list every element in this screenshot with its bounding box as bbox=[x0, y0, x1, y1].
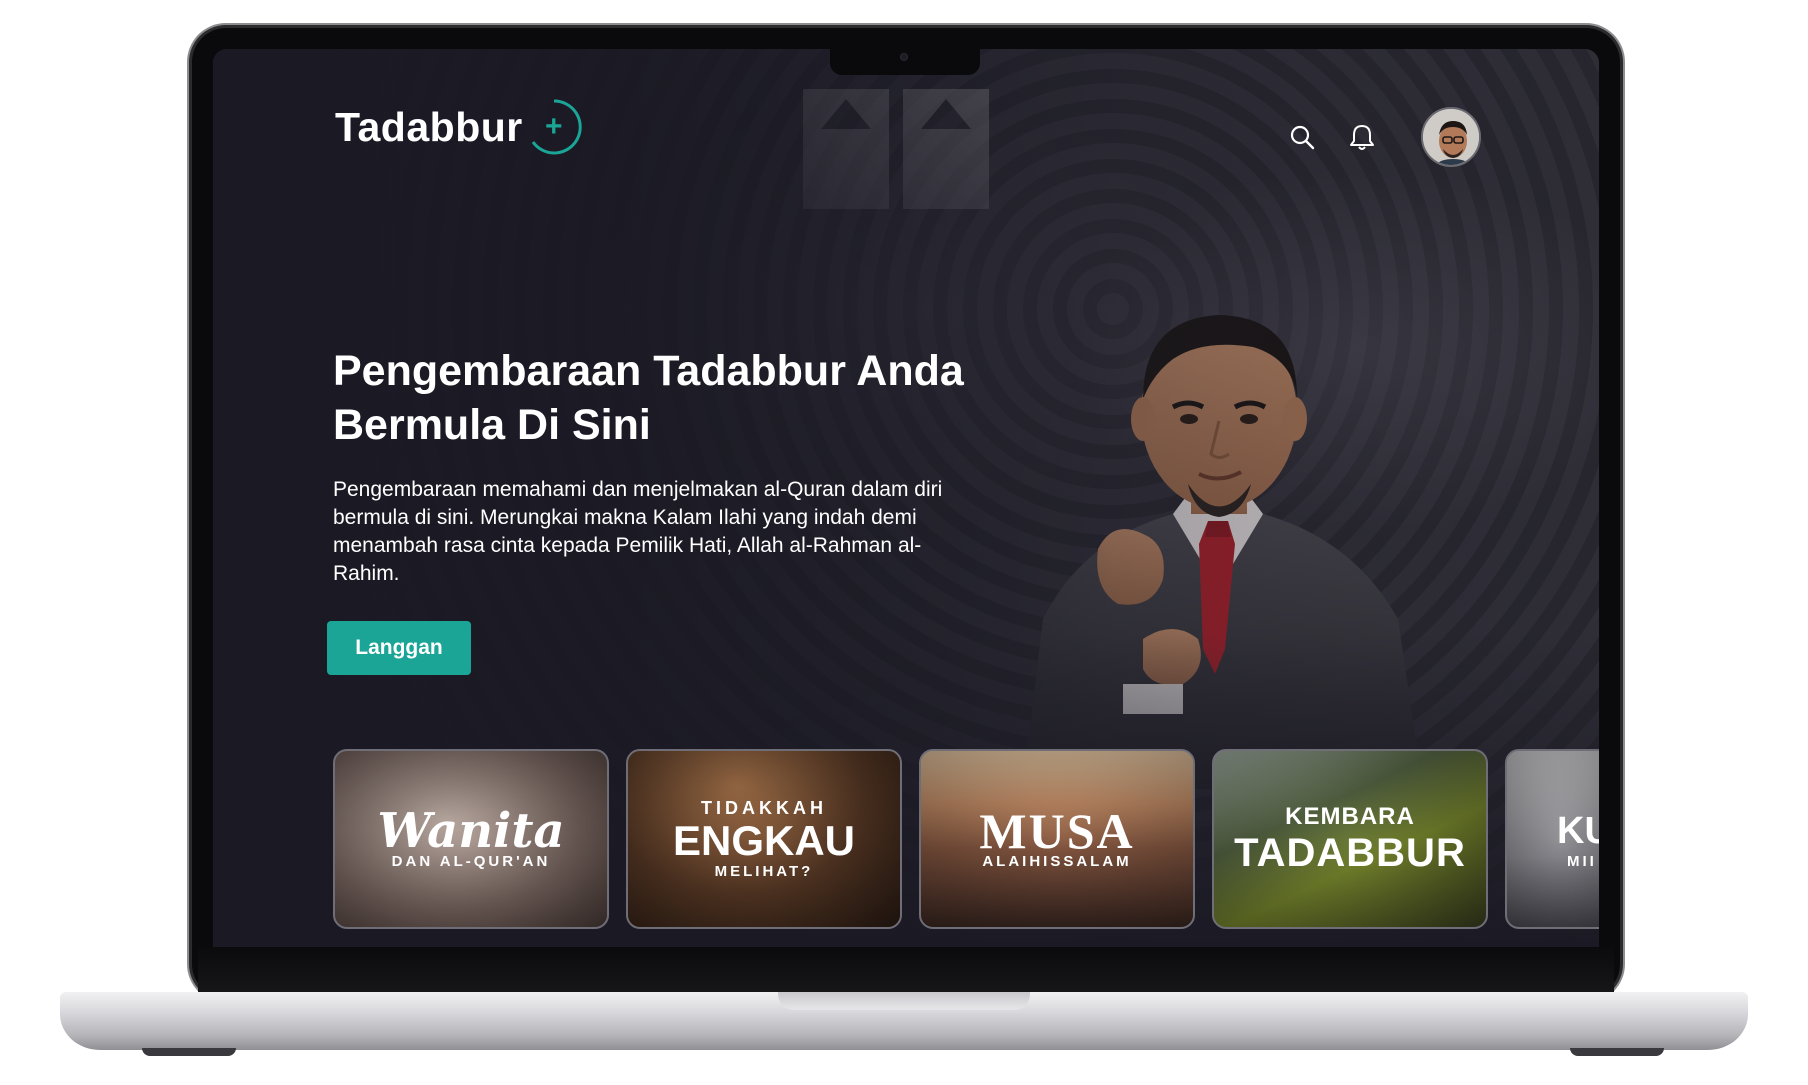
avatar[interactable] bbox=[1421, 107, 1481, 167]
card-eyebrow: TIDAKKAH bbox=[700, 798, 827, 818]
card-title: KU bbox=[1557, 809, 1599, 852]
card-subtitle: MII bbox=[1567, 852, 1597, 870]
series-card-kembara-tadabbur[interactable]: KEMBARA TADABBUR bbox=[1212, 749, 1488, 929]
logo-plus-icon: + bbox=[525, 98, 583, 156]
laptop-foot bbox=[1570, 1048, 1664, 1056]
subscribe-button[interactable]: Langgan bbox=[327, 621, 471, 675]
series-card-tidakkah-engkau-melihat[interactable]: TIDAKKAH ENGKAU MELIHAT? bbox=[626, 749, 902, 929]
card-subtitle: MELIHAT? bbox=[714, 863, 814, 880]
bell-icon[interactable] bbox=[1347, 122, 1377, 152]
logo[interactable]: Tadabbur + bbox=[335, 97, 583, 157]
logo-plus-symbol: + bbox=[545, 110, 563, 143]
laptop-bezel bbox=[198, 947, 1614, 992]
card-title: TADABBUR bbox=[1234, 831, 1466, 875]
hero-description: Pengembaraan memahami dan menjelmakan al… bbox=[333, 478, 943, 585]
app-screen: Tadabbur + Pengembaraan Tadabbur Anda Be… bbox=[213, 49, 1599, 947]
laptop-foot bbox=[142, 1048, 236, 1056]
hero-title-line: Bermula Di Sini bbox=[333, 401, 651, 449]
hero-title: Pengembaraan Tadabbur Anda Bermula Di Si… bbox=[333, 344, 1033, 452]
card-subtitle: DAN AL-QUR'AN bbox=[391, 852, 551, 870]
card-eyebrow: KEMBARA bbox=[1285, 803, 1415, 830]
card-subtitle: ALAIHISSALAM bbox=[982, 852, 1132, 870]
card-title: MUSA bbox=[979, 802, 1135, 859]
series-carousel: Wanita DAN AL-QUR'AN TIDAKKAH ENGKAU MEL… bbox=[333, 749, 1599, 929]
hero-title-line: Pengembaraan Tadabbur Anda bbox=[333, 347, 964, 395]
laptop-base-lip bbox=[778, 992, 1030, 1010]
logo-text: Tadabbur bbox=[335, 103, 523, 150]
camera-notch bbox=[830, 45, 980, 75]
card-title: Wanita bbox=[377, 802, 565, 859]
top-nav-actions bbox=[1287, 107, 1481, 167]
card-title: ENGKAU bbox=[672, 817, 855, 864]
camera-icon bbox=[900, 53, 908, 61]
series-card-partial[interactable]: KU MII bbox=[1505, 749, 1599, 929]
search-icon[interactable] bbox=[1287, 122, 1317, 152]
series-card-wanita[interactable]: Wanita DAN AL-QUR'AN bbox=[333, 749, 609, 929]
series-card-musa[interactable]: MUSA ALAIHISSALAM bbox=[919, 749, 1195, 929]
